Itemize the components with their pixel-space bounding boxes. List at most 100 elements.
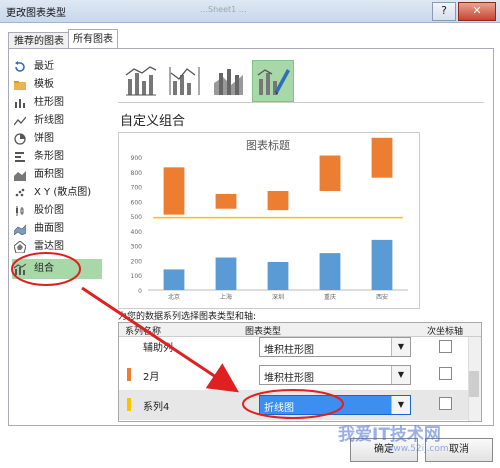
secondary-axis-checkbox[interactable] — [439, 340, 452, 353]
sidebar-item-combo[interactable]: 组合 — [12, 259, 102, 279]
help-button[interactable]: ? — [432, 2, 456, 21]
section-title: 自定义组合 — [120, 114, 186, 129]
subtype-clustered-column-line[interactable] — [120, 60, 162, 102]
bar-series-1 — [319, 190, 341, 254]
x-tick-label: 北京 — [168, 293, 180, 301]
series-name: 2月 — [143, 372, 160, 383]
sidebar-item-line[interactable]: 折线图 — [12, 112, 102, 130]
sidebar-item-label: 条形图 — [34, 151, 64, 162]
secondary-axis-checkbox[interactable] — [439, 397, 452, 410]
sidebar-item-label: 曲面图 — [34, 223, 64, 234]
pie-chart-icon — [14, 133, 26, 145]
sidebar-item-pie[interactable]: 饼图 — [12, 130, 102, 148]
bar-series-2 — [319, 155, 341, 191]
clustered-column-line-icon — [125, 66, 157, 96]
y-tick-label: 100 — [131, 273, 143, 280]
stock-chart-icon — [16, 206, 24, 216]
instruction-text: 为您的数据系列选择图表类型和轴: — [118, 312, 257, 322]
sidebar-item-scatter[interactable]: X Y (散点图) — [12, 184, 102, 202]
subtype-stacked-area-column[interactable] — [208, 60, 250, 102]
sidebar-item-templates[interactable]: 模板 — [12, 76, 102, 94]
y-tick-label: 200 — [131, 258, 143, 265]
custom-combination-icon — [257, 69, 290, 95]
bar-series-2 — [267, 190, 289, 211]
sidebar-item-area[interactable]: 面积图 — [12, 166, 102, 184]
bar-series-1 — [371, 177, 393, 240]
stacked-area-column-icon — [214, 69, 243, 95]
combo-chart-icon — [14, 263, 26, 275]
x-tick-label: 西安 — [376, 293, 388, 301]
chevron-down-icon[interactable]: ▼ — [391, 396, 410, 414]
background-window-title: …Sheet1 … — [200, 5, 247, 14]
y-tick-label: 700 — [131, 185, 143, 192]
y-tick-label: 300 — [131, 244, 143, 251]
line-chart-icon — [14, 116, 26, 126]
sidebar-item-label: 饼图 — [34, 133, 54, 144]
bar-series-0 — [371, 239, 393, 290]
bar-series-1 — [215, 208, 237, 258]
series-table: 系列名称 图表类型 次坐标轴 辅助列 堆积柱形图 ▼ 2月 堆积柱形图 ▼ 系列… — [118, 322, 482, 422]
watermark-url: www.52ij.com — [386, 444, 449, 454]
sidebar-item-label: 面积图 — [34, 169, 64, 180]
subtype-column-line-secondary-axis[interactable] — [164, 60, 206, 102]
radar-chart-icon — [14, 241, 26, 253]
chart-type-value: 堆积柱形图 — [264, 373, 314, 384]
column-line-secondary-axis-icon — [169, 67, 200, 95]
column-chart-icon — [15, 99, 25, 108]
secondary-axis-checkbox[interactable] — [439, 367, 452, 380]
chart-type-select[interactable]: 折线图 ▼ — [259, 395, 411, 415]
sidebar-item-label: 组合 — [34, 263, 54, 274]
sidebar-item-column[interactable]: 柱形图 — [12, 94, 102, 112]
sidebar-item-bar[interactable]: 条形图 — [12, 148, 102, 166]
bar-chart-icon — [15, 152, 25, 162]
area-chart-icon — [14, 171, 26, 181]
surface-chart-icon — [14, 224, 26, 235]
sidebar-item-radar[interactable]: 雷达图 — [12, 238, 102, 256]
chart-type-value: 折线图 — [264, 403, 294, 414]
sidebar-item-label: 模板 — [34, 79, 54, 90]
sidebar-item-label: 折线图 — [34, 115, 64, 126]
series-color-swatch — [127, 368, 131, 381]
tab-all-charts[interactable]: 所有图表 — [68, 29, 118, 50]
y-tick-label: 400 — [131, 229, 143, 236]
series-row-selected: 系列4 折线图 ▼ — [119, 390, 469, 420]
sidebar-item-label: X Y (散点图) — [34, 187, 92, 198]
window-title: 更改图表类型 — [6, 8, 66, 19]
y-tick-label: 0 — [138, 288, 142, 295]
watermark-text: 我爱IT技术网 — [338, 425, 441, 445]
series-color-swatch — [127, 398, 131, 411]
sidebar-item-stock[interactable]: 股价图 — [12, 202, 102, 220]
scrollbar-thumb[interactable] — [469, 371, 479, 397]
y-tick-label: 800 — [131, 170, 143, 177]
bar-series-1 — [163, 214, 185, 270]
subtype-custom-combination[interactable] — [252, 60, 294, 102]
folder-icon — [14, 81, 26, 90]
x-tick-label: 重庆 — [324, 293, 336, 301]
sidebar-item-label: 雷达图 — [34, 241, 64, 252]
chevron-down-icon[interactable]: ▼ — [391, 366, 410, 384]
y-tick-label: 500 — [131, 214, 143, 221]
y-tick-label: 900 — [131, 155, 143, 162]
x-tick-label: 上海 — [220, 293, 232, 301]
bar-series-2 — [163, 167, 185, 215]
scatter-chart-icon — [15, 188, 25, 197]
bar-series-2 — [371, 137, 393, 178]
chart-plot: 0 100 200 300 400 500 600 700 800 900 北京 上海 深圳 重庆 西安 — [131, 137, 408, 301]
bar-series-0 — [319, 253, 341, 290]
bar-series-0 — [215, 257, 237, 290]
series-name: 辅助列 — [143, 343, 173, 354]
sidebar-item-label: 柱形图 — [34, 97, 64, 108]
series-name: 系列4 — [143, 402, 170, 413]
chart-type-value: 堆积柱形图 — [264, 345, 314, 356]
section-divider — [118, 102, 484, 103]
title-bar — [0, 0, 500, 23]
sidebar-item-recent[interactable]: 最近 — [12, 58, 102, 76]
close-button[interactable]: ✕ — [458, 2, 496, 21]
chart-type-select[interactable]: 堆积柱形图 ▼ — [259, 365, 411, 385]
sidebar-item-surface[interactable]: 曲面图 — [12, 220, 102, 238]
chevron-down-icon[interactable]: ▼ — [391, 338, 410, 356]
bar-series-0 — [163, 269, 185, 290]
chart-type-select[interactable]: 堆积柱形图 ▼ — [259, 337, 411, 357]
series-row: 2月 堆积柱形图 ▼ — [119, 360, 469, 390]
x-tick-label: 深圳 — [272, 293, 284, 301]
